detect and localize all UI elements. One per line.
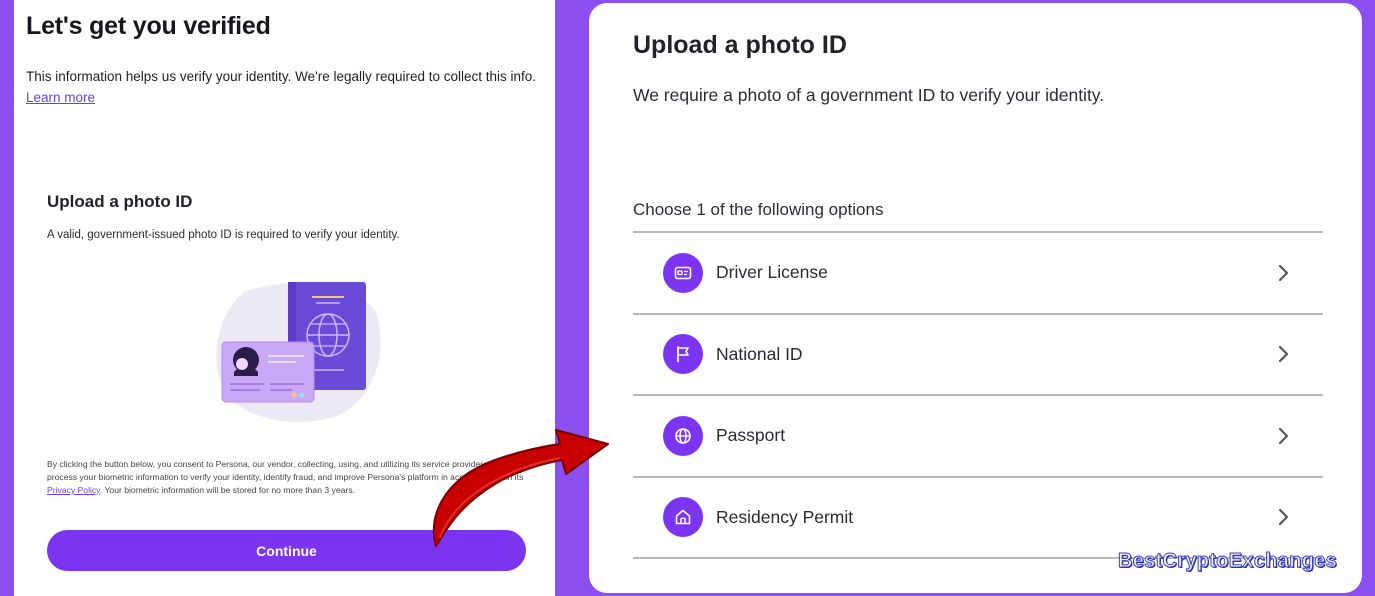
home-icon bbox=[663, 497, 703, 538]
continue-button[interactable]: Continue bbox=[47, 530, 526, 571]
option-label: Driver License bbox=[716, 262, 828, 283]
globe-icon bbox=[663, 415, 703, 456]
watermark-logo: BestCryptoExchanges bbox=[1117, 550, 1338, 573]
id-options-list: Driver License National ID Passport Resi… bbox=[633, 231, 1323, 559]
id-card-icon bbox=[663, 252, 703, 293]
option-national-id[interactable]: National ID bbox=[633, 315, 1323, 396]
upload-id-title: Upload a photo ID bbox=[633, 31, 847, 59]
consent-text-part-1: By clicking the button below, you consen… bbox=[47, 459, 524, 482]
chevron-right-icon bbox=[1278, 264, 1289, 281]
consent-text-part-2: . Your biometric information will be sto… bbox=[99, 485, 355, 495]
options-heading: Choose 1 of the following options bbox=[633, 200, 884, 219]
intro-text: This information helps us verify your id… bbox=[26, 66, 541, 108]
chevron-right-icon bbox=[1278, 346, 1289, 363]
option-label: Residency Permit bbox=[716, 506, 854, 527]
upload-id-description: We require a photo of a government ID to… bbox=[633, 85, 1105, 105]
verification-intro-panel: Let's get you verified This information … bbox=[14, 0, 555, 596]
flag-icon bbox=[663, 334, 703, 375]
chevron-right-icon bbox=[1278, 427, 1289, 444]
card-title: Upload a photo ID bbox=[47, 192, 193, 211]
option-passport[interactable]: Passport bbox=[633, 396, 1323, 478]
option-residency-permit[interactable]: Residency Permit bbox=[633, 478, 1323, 559]
page-title: Let's get you verified bbox=[26, 12, 271, 40]
intro-text-body: This information helps us verify your id… bbox=[26, 69, 537, 84]
option-label: Passport bbox=[716, 425, 786, 446]
consent-text: By clicking the button below, you consen… bbox=[47, 458, 525, 497]
learn-more-link[interactable]: Learn more bbox=[26, 90, 95, 105]
id-type-selection-panel: Upload a photo ID We require a photo of … bbox=[589, 3, 1362, 593]
card-description: A valid, government-issued photo ID is r… bbox=[47, 229, 400, 241]
option-label: National ID bbox=[716, 343, 803, 364]
id-documents-illustration bbox=[216, 282, 381, 422]
privacy-policy-link[interactable]: Privacy Policy bbox=[47, 485, 100, 495]
chevron-right-icon bbox=[1278, 509, 1289, 526]
option-driver-license[interactable]: Driver License bbox=[633, 233, 1323, 315]
